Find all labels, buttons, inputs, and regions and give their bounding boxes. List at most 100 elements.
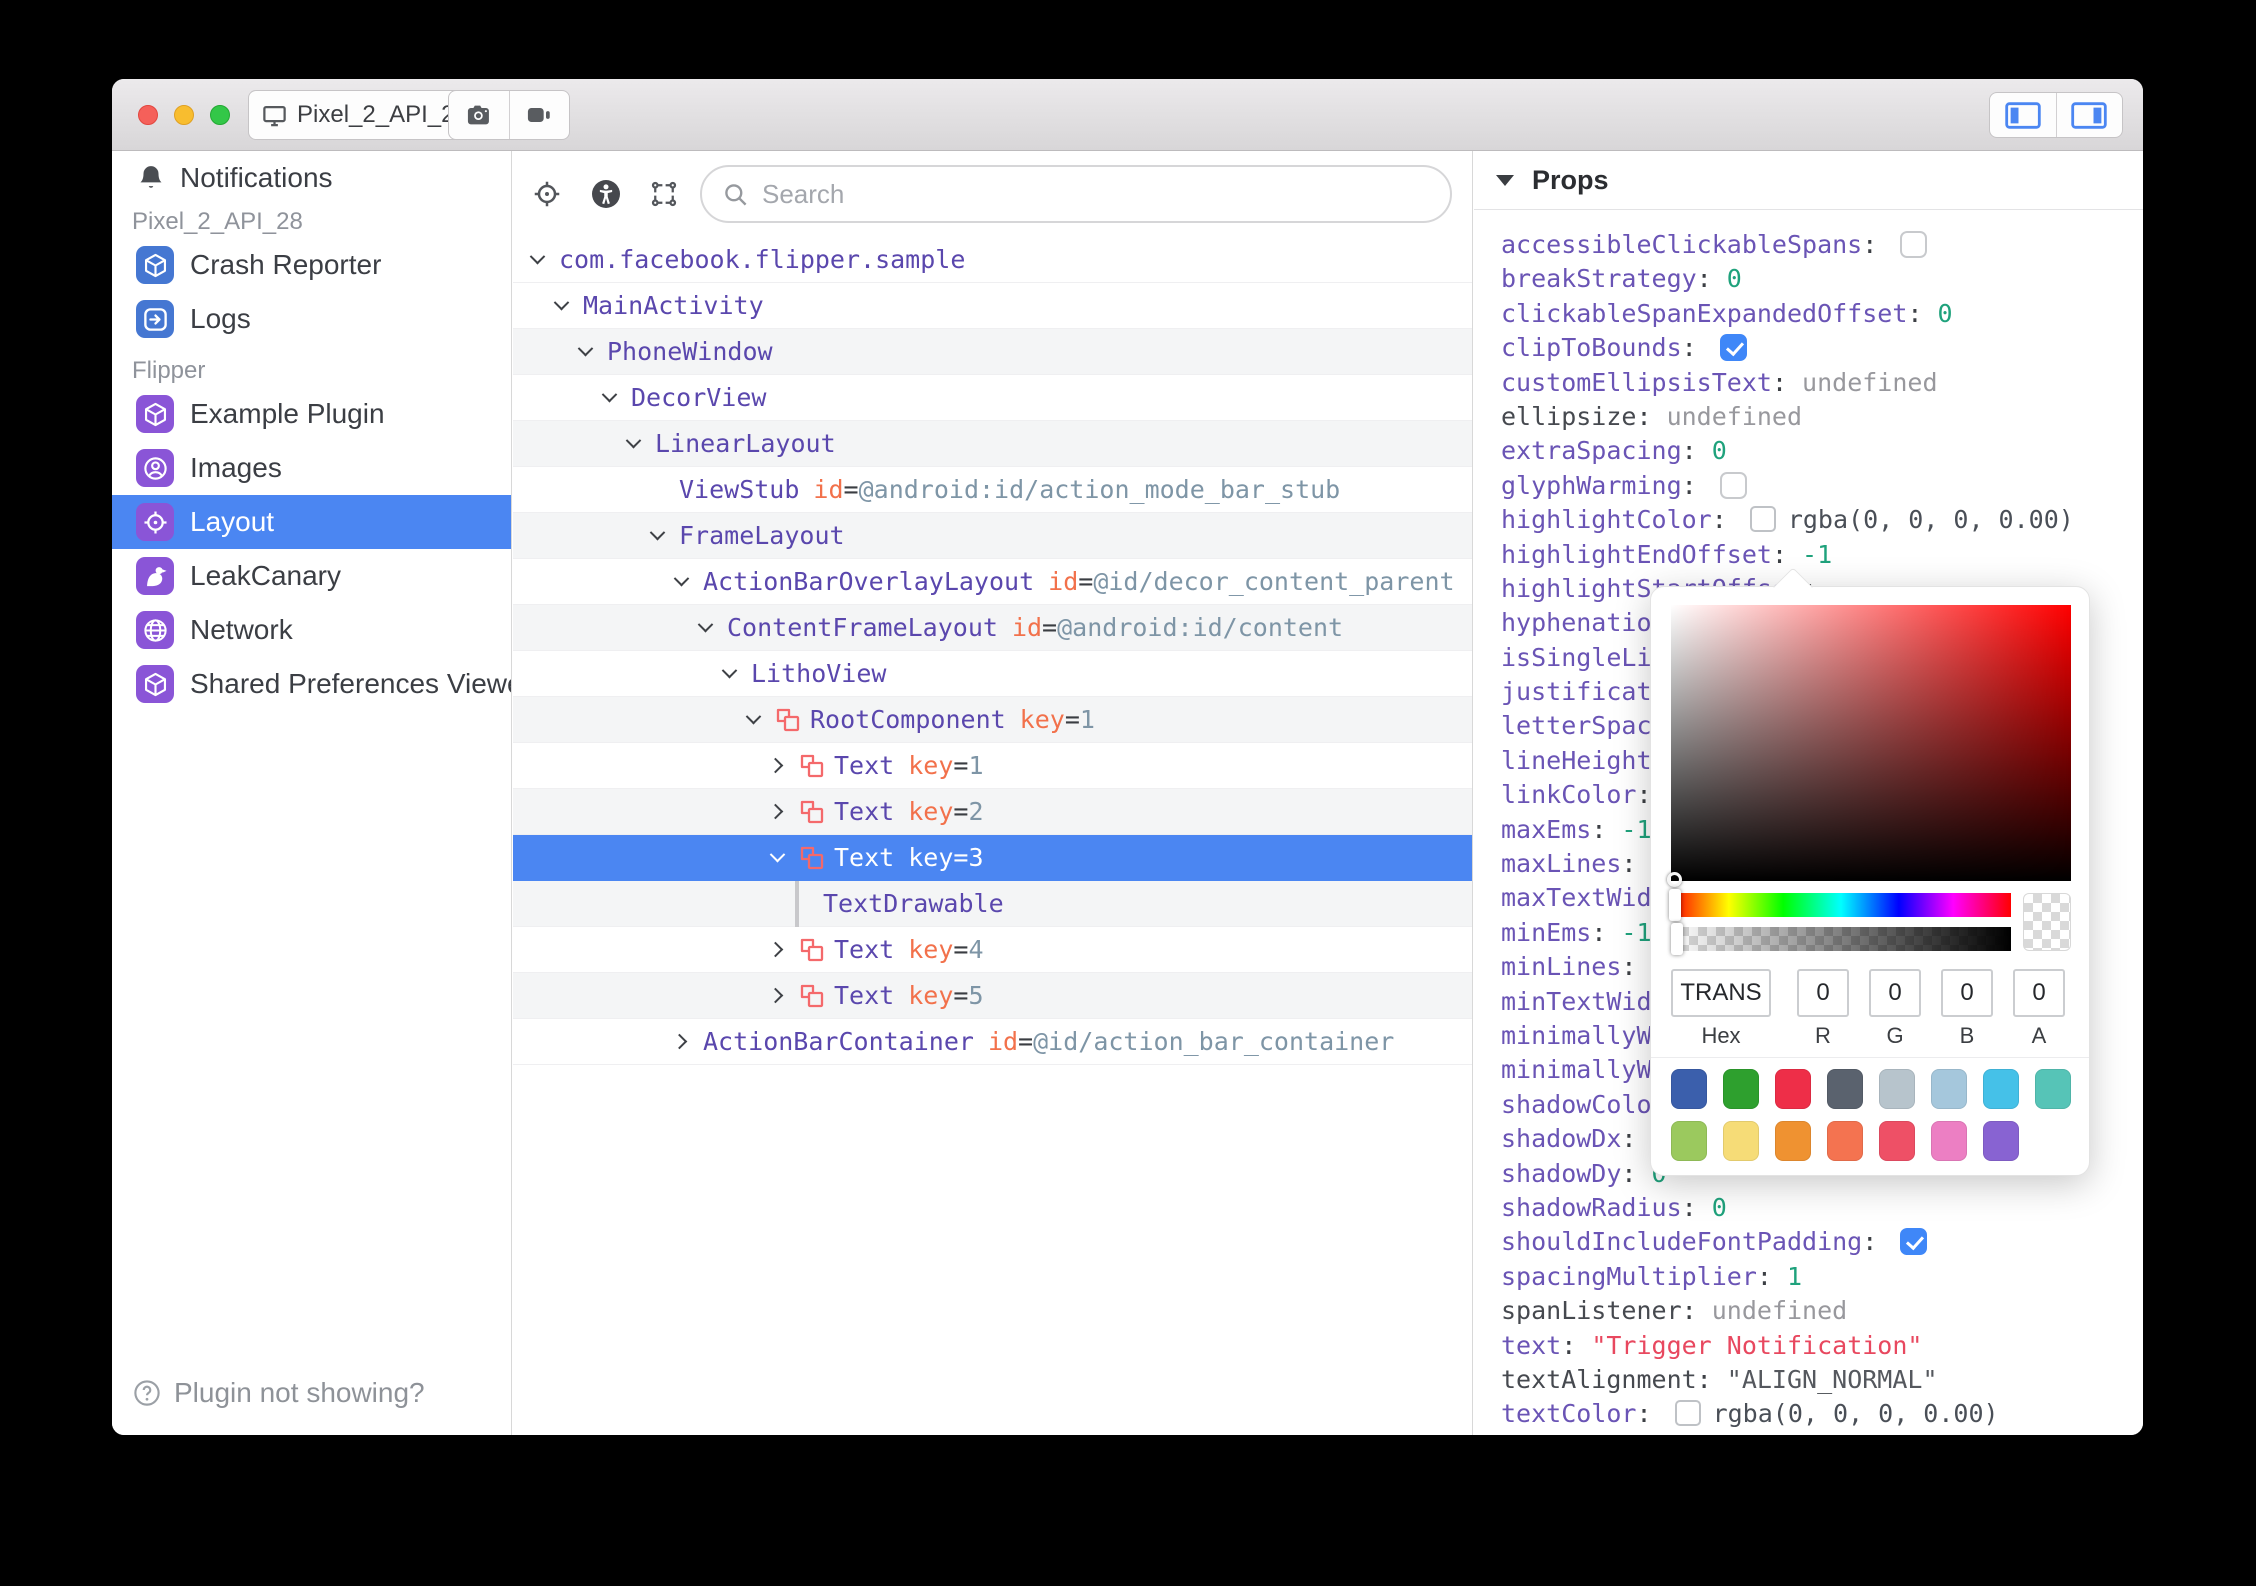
close-button[interactable] (138, 105, 158, 125)
tree-row[interactable]: Text key=2 (513, 789, 1472, 835)
sidebar-item-example-plugin[interactable]: Example Plugin (112, 387, 511, 441)
color-swatch[interactable] (1983, 1069, 2019, 1109)
tree-row[interactable]: LithoView (513, 651, 1472, 697)
green-input[interactable] (1869, 969, 1921, 1017)
tree-row[interactable]: Text key=3 (513, 835, 1472, 881)
alpha-slider[interactable] (1671, 923, 2011, 955)
sidebar-item-network[interactable]: Network (112, 603, 511, 657)
plugin-not-showing-link[interactable]: Plugin not showing? (112, 1371, 511, 1415)
saturation-handle[interactable] (1667, 872, 1682, 887)
sidebar-item-crash-reporter[interactable]: Crash Reporter (112, 238, 511, 292)
chevron-right-icon[interactable] (767, 757, 784, 774)
chevron-down-icon[interactable] (673, 570, 690, 587)
sidebar-item-images[interactable]: Images (112, 441, 511, 495)
alpha-slider-handle[interactable] (1671, 923, 1683, 955)
checkbox-unchecked[interactable] (1719, 471, 1747, 499)
color-swatch[interactable] (1983, 1121, 2019, 1161)
prop-row: customEllipsisText: undefined (1474, 366, 2143, 400)
tree-row[interactable]: Text key=5 (513, 973, 1472, 1019)
screen-record-button[interactable] (508, 91, 570, 139)
chevron-down-icon[interactable] (625, 432, 642, 449)
tree-row[interactable]: FrameLayout (513, 513, 1472, 559)
blue-label: B (1959, 1023, 1975, 1048)
chevron-down-icon[interactable] (721, 662, 738, 679)
chevron-down-icon[interactable] (577, 340, 594, 357)
tree-row[interactable]: LinearLayout (513, 421, 1472, 467)
blue-input[interactable] (1941, 969, 1993, 1017)
sidebar-item-logs[interactable]: Logs (112, 292, 511, 346)
chevron-right-icon[interactable] (767, 987, 784, 1004)
minimize-button[interactable] (174, 105, 194, 125)
checkbox-checked[interactable] (1719, 334, 1747, 362)
accessibility-icon[interactable] (591, 179, 621, 209)
color-swatch[interactable] (1775, 1069, 1811, 1109)
tree-row[interactable]: ViewStub id=@android:id/action_mode_bar_s… (513, 467, 1472, 513)
color-swatch[interactable] (1723, 1121, 1759, 1161)
sidebar-item-layout[interactable]: Layout (112, 495, 511, 549)
color-swatch[interactable] (1723, 1069, 1759, 1109)
color-swatch[interactable] (1879, 1121, 1915, 1161)
props-header[interactable]: Props (1474, 151, 2143, 210)
tree-row[interactable]: ActionBarContainer id=@id/action_bar_cont… (513, 1019, 1472, 1065)
checkbox-checked[interactable] (1900, 1228, 1928, 1256)
color-swatch[interactable] (1931, 1069, 1967, 1109)
color-swatch[interactable] (1827, 1121, 1863, 1161)
sidebar-item-leakcanary[interactable]: LeakCanary (112, 549, 511, 603)
hue-slider[interactable] (1669, 889, 2011, 921)
search-input[interactable] (762, 178, 1450, 210)
chevron-down-icon[interactable] (649, 524, 666, 541)
tree-row[interactable]: DecorView (513, 375, 1472, 421)
color-swatch[interactable] (1879, 1069, 1915, 1109)
chevron-right-icon[interactable] (767, 941, 784, 958)
hue-slider-handle[interactable] (1669, 889, 1681, 921)
sidebar-item-notifications[interactable]: Notifications (112, 151, 511, 205)
color-swatch[interactable] (1671, 1121, 1707, 1161)
toggle-right-panel-button[interactable] (2055, 93, 2123, 137)
tree-row[interactable]: RootComponent key=1 (513, 697, 1472, 743)
saturation-gradient[interactable] (1667, 605, 2071, 887)
tree-row[interactable]: ContentFrameLayout id=@android:id/content (513, 605, 1472, 651)
selection-corners-icon[interactable] (649, 179, 679, 209)
chevron-right-icon[interactable] (671, 1033, 688, 1050)
alpha-input[interactable] (2013, 969, 2065, 1017)
color-swatch[interactable] (1671, 1069, 1707, 1109)
target-icon[interactable] (532, 179, 562, 209)
litho-component-icon (775, 707, 801, 733)
red-input[interactable] (1797, 969, 1849, 1017)
tree-row[interactable]: Text key=1 (513, 743, 1472, 789)
toggle-left-panel-button[interactable] (1990, 93, 2056, 137)
chevron-down-icon[interactable] (529, 248, 546, 265)
screenshot-button[interactable] (449, 91, 509, 139)
color-swatch[interactable] (1775, 1121, 1811, 1161)
hex-input[interactable] (1671, 969, 1771, 1017)
tree-row[interactable]: TextDrawable (513, 880, 1472, 927)
tree-row[interactable]: PhoneWindow (513, 329, 1472, 375)
tree-row[interactable]: Text key=4 (513, 927, 1472, 973)
color-swatch[interactable] (1931, 1121, 1967, 1161)
chevron-down-icon[interactable] (745, 708, 762, 725)
prop-value: undefined (1666, 401, 1803, 431)
tree-row[interactable]: com.facebook.flipper.sample (513, 237, 1472, 283)
chevron-down-icon[interactable] (769, 846, 786, 863)
prop-key: lineHeight (1501, 745, 1652, 775)
color-swatch[interactable] (2035, 1069, 2071, 1109)
sidebar-item-label: Crash Reporter (190, 249, 382, 280)
panel-toggle-buttons (1989, 92, 2123, 138)
sidebar-item-shared-preferences-viewer[interactable]: Shared Preferences Viewer (112, 657, 511, 711)
tree-node-name: ActionBarContainer (703, 1027, 974, 1056)
chevron-right-icon[interactable] (767, 803, 784, 820)
color-swatch-chip[interactable] (1674, 1400, 1701, 1427)
tree-row[interactable]: MainActivity (513, 283, 1472, 329)
prop-key: clipToBounds (1501, 333, 1682, 363)
color-swatch-chip[interactable] (1749, 506, 1776, 533)
tree-node-attribute: key=3 (908, 843, 984, 872)
chevron-down-icon[interactable] (553, 294, 570, 311)
tree-node-attribute: key=4 (908, 935, 984, 964)
zoom-button[interactable] (210, 105, 230, 125)
prop-colon: : (1681, 333, 1712, 363)
color-swatch[interactable] (1827, 1069, 1863, 1109)
chevron-down-icon[interactable] (697, 616, 714, 633)
tree-row[interactable]: ActionBarOverlayLayout id=@id/decor_conte… (513, 559, 1472, 605)
chevron-down-icon[interactable] (601, 386, 618, 403)
checkbox-unchecked[interactable] (1900, 231, 1928, 258)
